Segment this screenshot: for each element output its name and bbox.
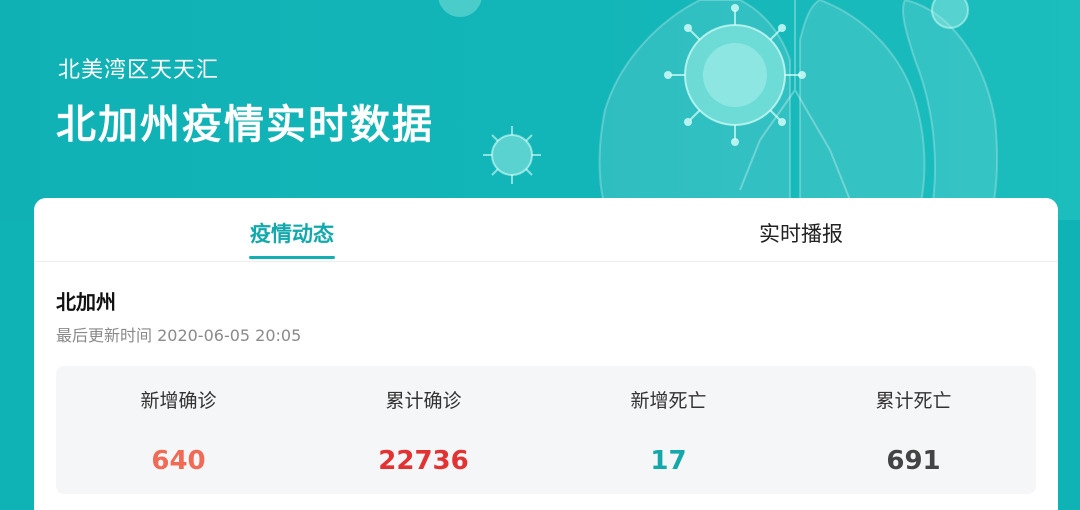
stat-value: 17: [650, 446, 687, 476]
header-banner: 北美湾区天天汇 北加州疫情实时数据: [0, 0, 1080, 220]
stat-new-confirmed: 新增确诊 640: [56, 366, 301, 494]
stat-value: 22736: [378, 446, 469, 476]
stat-total-confirmed: 累计确诊 22736: [301, 366, 546, 494]
last-updated-text: 最后更新时间 2020-06-05 20:05: [56, 326, 302, 345]
stat-value: 691: [886, 446, 941, 476]
active-tab-indicator: [249, 256, 335, 259]
stat-total-deaths: 累计死亡 691: [791, 366, 1036, 494]
page-title: 北加州疫情实时数据: [56, 102, 434, 148]
region-name: 北加州: [56, 290, 116, 314]
tab-live-report[interactable]: 实时播报: [759, 218, 843, 248]
header-subtitle: 北美湾区天天汇: [58, 58, 220, 83]
virus-small-icon: [483, 126, 541, 184]
stat-label: 累计死亡: [875, 390, 952, 412]
lungs-icon: [598, 0, 999, 220]
stat-label: 新增死亡: [630, 390, 707, 412]
stats-panel: 新增确诊 640 累计确诊 22736 新增死亡 17 累计死亡 691: [56, 366, 1036, 494]
tab-bar: 疫情动态 实时播报: [34, 198, 1058, 262]
stat-value: 640: [151, 446, 206, 476]
stat-new-deaths: 新增死亡 17: [546, 366, 791, 494]
data-card: 疫情动态 实时播报 北加州 最后更新时间 2020-06-05 20:05 新增…: [34, 198, 1058, 510]
virus-large-icon: [664, 4, 806, 146]
stat-label: 累计确诊: [385, 390, 462, 412]
stat-label: 新增确诊: [140, 390, 217, 412]
tab-epidemic-updates[interactable]: 疫情动态: [250, 218, 334, 248]
